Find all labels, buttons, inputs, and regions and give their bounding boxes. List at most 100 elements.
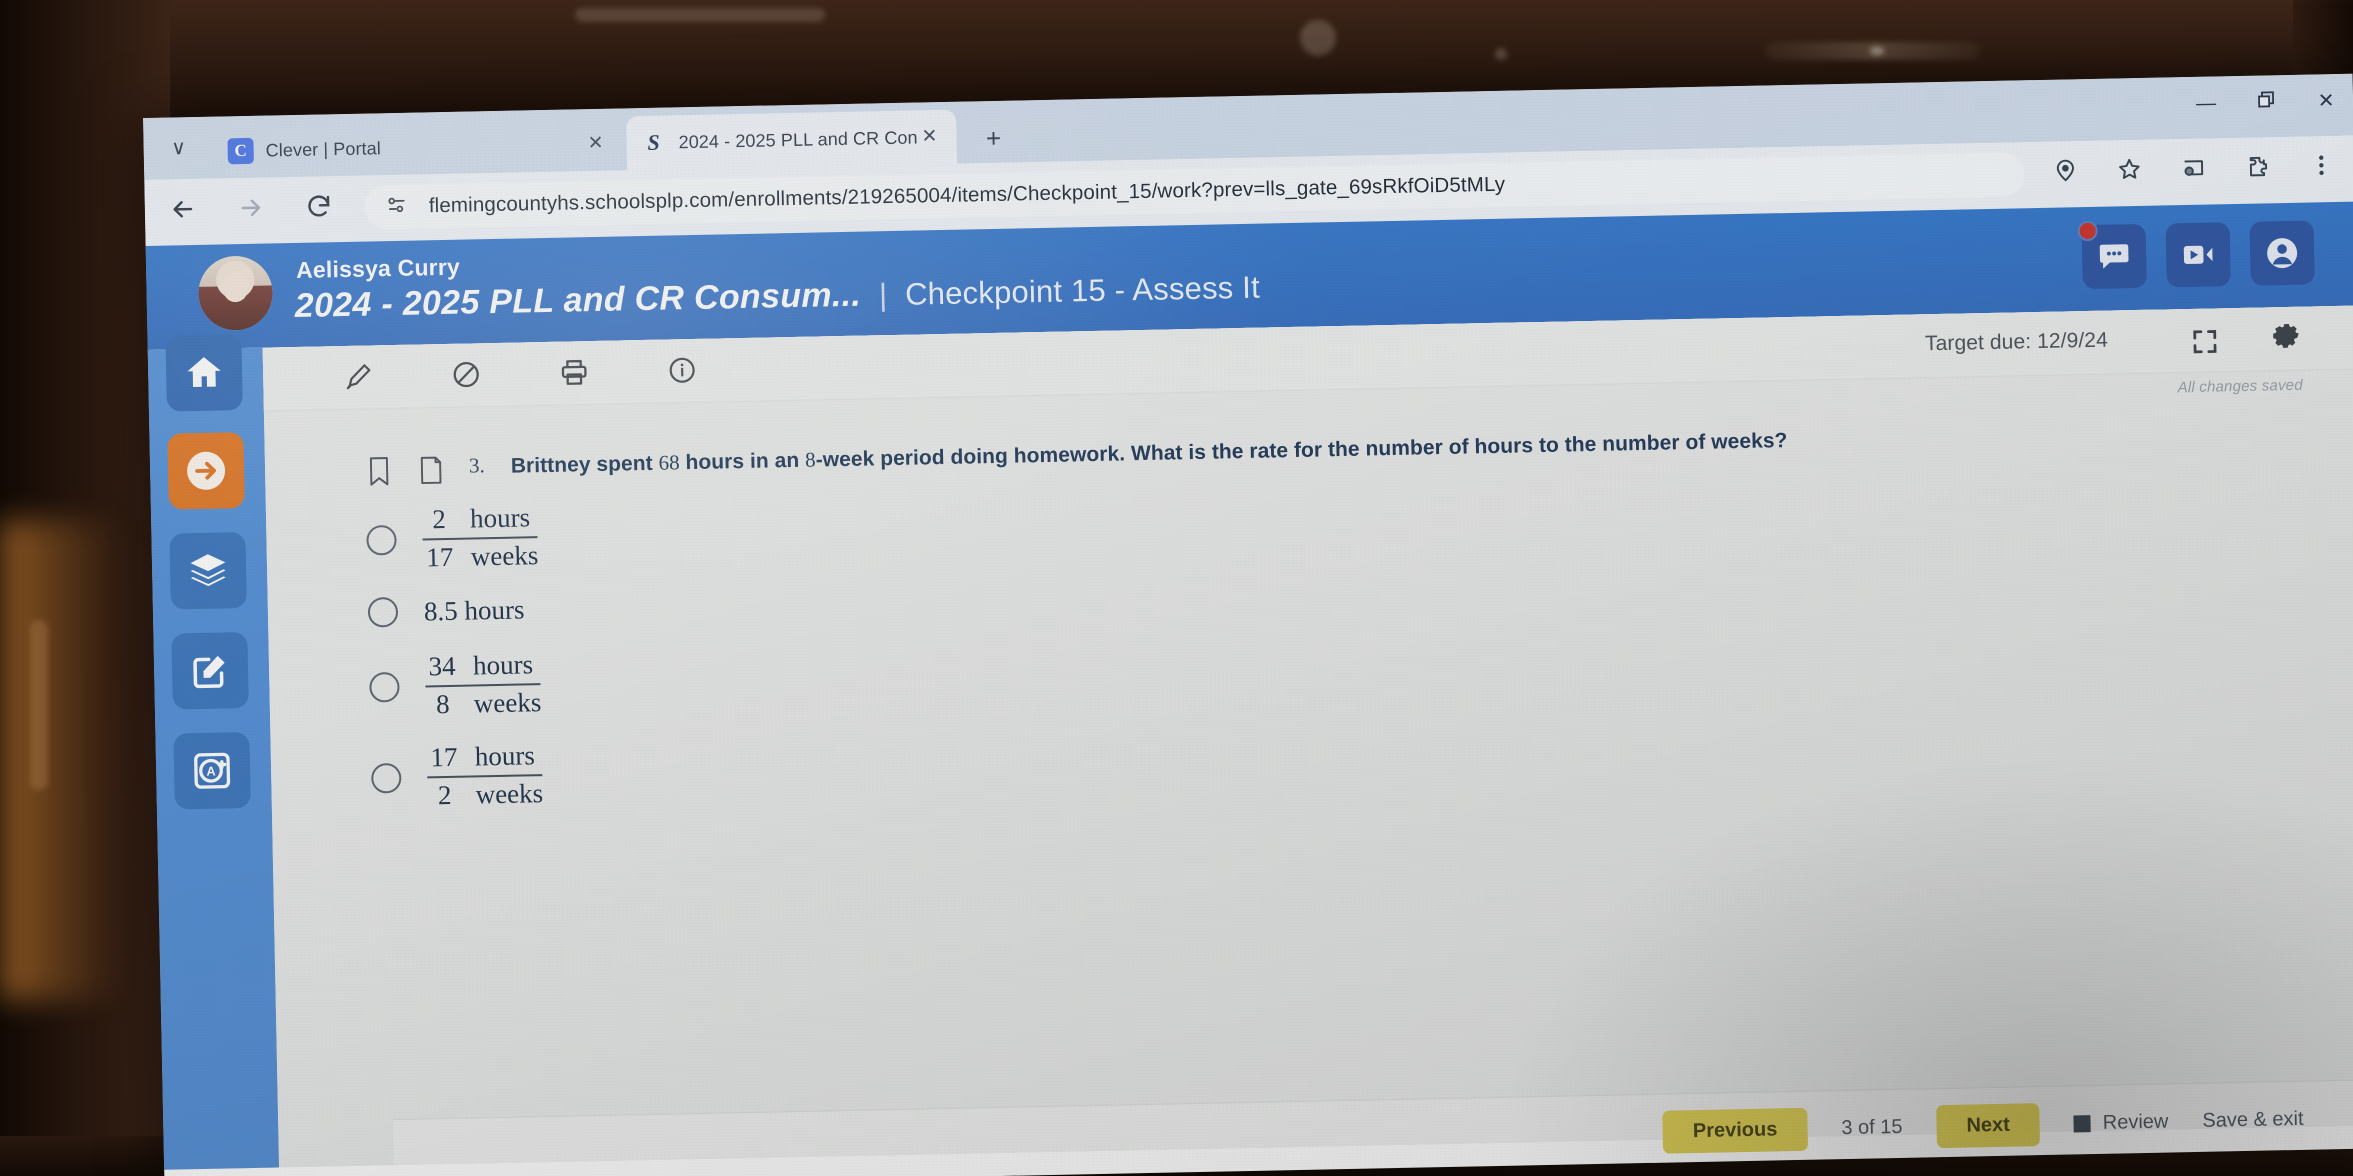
radio-button[interactable] [367, 597, 399, 628]
review-label: Review [2102, 1110, 2169, 1134]
browser-tab-schoolsplp[interactable]: S 2024 - 2025 PLL and CR Cons ✕ [626, 109, 958, 171]
activity-title: Checkpoint 15 - Assess It [904, 269, 1261, 312]
sidebar-item-continue[interactable] [167, 432, 245, 510]
sidebar-item-home[interactable] [165, 334, 243, 412]
nav-buttons [162, 186, 339, 230]
question-number: 3. [468, 453, 486, 478]
tab-title: 2024 - 2025 PLL and CR Cons [678, 126, 917, 152]
annotation-tools [339, 351, 702, 396]
fraction-numerator: 2 [432, 504, 447, 535]
browser-action-icons [2048, 148, 2339, 188]
option-fraction: 2 hours 17 weeks [422, 502, 539, 574]
tab-close-icon[interactable]: ✕ [582, 131, 609, 158]
view-controls [2186, 321, 2307, 361]
question-area: 3. Brittney spent 68 hours in an 8-week … [264, 370, 2353, 1168]
extensions-puzzle-icon[interactable] [2240, 149, 2275, 184]
title-separator: | [878, 277, 888, 313]
tab-close-icon[interactable]: ✕ [916, 124, 943, 151]
app-body: A Target due: 12/9/24 All changes saved … [147, 305, 2353, 1170]
fraction-numerator-unit: hours [469, 502, 531, 534]
sidebar-item-notes[interactable] [171, 632, 249, 710]
fraction-numerator: 34 [428, 650, 456, 682]
laptop-photo: ∨ C Clever | Portal ✕ S 2024 - 2025 PLL … [0, 0, 2353, 1176]
fraction-denominator: 17 [426, 541, 454, 573]
bezel-glare [1870, 47, 1884, 55]
question-row: 3. Brittney spent 68 hours in an 8-week … [365, 427, 1788, 490]
tab-search-chevron-icon[interactable]: ∨ [165, 135, 192, 162]
save-exit-link[interactable]: Save & exit [2202, 1108, 2304, 1133]
question-text: Brittney spent 68 hours in an 8-week per… [510, 429, 1788, 478]
tab-title: Clever | Portal [265, 137, 382, 161]
fraction-denominator-unit: weeks [475, 778, 544, 810]
option-fraction: 34 hours 8 weeks [425, 649, 542, 721]
answer-option[interactable]: 8.5 hours [367, 594, 540, 628]
course-title: 2024 - 2025 PLL and CR Consum... [294, 275, 862, 325]
fullscreen-icon[interactable] [2186, 322, 2225, 361]
sticky-note-icon[interactable] [417, 454, 448, 489]
save-exit-label: Save & exit [2202, 1107, 2304, 1132]
bezel-glare [1300, 20, 1336, 56]
clever-icon: C [227, 137, 254, 165]
answer-option[interactable]: 34 hours 8 weeks [369, 649, 542, 722]
fraction-denominator-unit: weeks [473, 686, 542, 719]
info-circle-icon[interactable] [663, 351, 702, 390]
url-text: flemingcountyhs.schoolsplp.com/enrollmen… [428, 172, 1506, 218]
svg-text:A: A [206, 763, 216, 778]
radio-button[interactable] [366, 524, 397, 556]
printer-icon[interactable] [555, 353, 594, 392]
cast-icon[interactable] [2176, 151, 2211, 186]
previous-button[interactable]: Previous [1662, 1107, 1808, 1154]
notification-badge [2077, 220, 2098, 242]
tune-icon[interactable] [385, 192, 412, 222]
page-counter: 3 of 15 [1841, 1115, 1903, 1140]
minimize-button[interactable]: — [2193, 90, 2220, 117]
radio-button[interactable] [371, 763, 402, 794]
close-button[interactable]: ✕ [2313, 88, 2340, 115]
student-name: Aelissya Curry [295, 253, 461, 283]
bezel-glare [1495, 48, 1507, 60]
radio-button[interactable] [369, 671, 400, 703]
flag-icon [2073, 1115, 2091, 1133]
forward-arrow-icon[interactable] [230, 187, 271, 228]
reload-icon[interactable] [298, 186, 339, 227]
answer-option[interactable]: 2 hours 17 weeks [366, 502, 539, 575]
fraction-denominator-unit: weeks [470, 540, 539, 572]
fraction-numerator: 17 [430, 742, 458, 773]
fraction-numerator-unit: hours [474, 740, 536, 772]
gear-icon[interactable] [2268, 321, 2307, 360]
content-area: Target due: 12/9/24 All changes saved 3.… [262, 305, 2353, 1168]
browser-tab-clever[interactable]: C Clever | Portal ✕ [213, 116, 620, 179]
bezel-glare [30, 620, 48, 790]
restore-button[interactable] [2253, 89, 2280, 116]
bookmark-icon[interactable] [365, 455, 396, 490]
option-fraction: 17 hours 2 weeks [427, 741, 544, 813]
fraction-denominator: 8 [435, 688, 450, 719]
bookmark-star-icon[interactable] [2112, 152, 2147, 187]
new-tab-button[interactable]: + [978, 123, 1009, 154]
back-arrow-icon[interactable] [162, 189, 203, 230]
answer-option[interactable]: 17 hours 2 weeks [371, 741, 544, 814]
option-label: 8.5 hours [423, 594, 525, 627]
laptop-screen: ∨ C Clever | Portal ✕ S 2024 - 2025 PLL … [143, 73, 2353, 1176]
sidebar-item-resources[interactable] [169, 532, 247, 610]
location-pin-icon[interactable] [2048, 153, 2083, 188]
schoolsplp-icon: S [647, 129, 660, 155]
messages-button[interactable] [2077, 220, 2147, 290]
avatar[interactable] [197, 255, 274, 331]
sidebar: A [147, 334, 280, 1170]
ambient-light [0, 520, 120, 1000]
window-controls: — ✕ [2193, 88, 2339, 117]
next-button[interactable]: Next [1936, 1103, 2041, 1149]
answer-options: 2 hours 17 weeks 8.5 hours 34 hours 8 we… [366, 502, 544, 830]
review-link[interactable]: Review [2073, 1110, 2169, 1136]
header-actions [2077, 220, 2315, 290]
highlighter-pen-icon[interactable] [339, 357, 378, 396]
bezel-glare [575, 8, 825, 22]
no-symbol-icon[interactable] [447, 355, 486, 394]
fraction-denominator: 2 [437, 780, 452, 811]
sidebar-item-grades[interactable]: A [173, 731, 251, 810]
video-button[interactable] [2165, 222, 2231, 288]
account-button[interactable] [2249, 220, 2315, 286]
target-due-label: Target due: 12/9/24 [1924, 328, 2109, 356]
chrome-menu-icon[interactable] [2304, 148, 2339, 183]
